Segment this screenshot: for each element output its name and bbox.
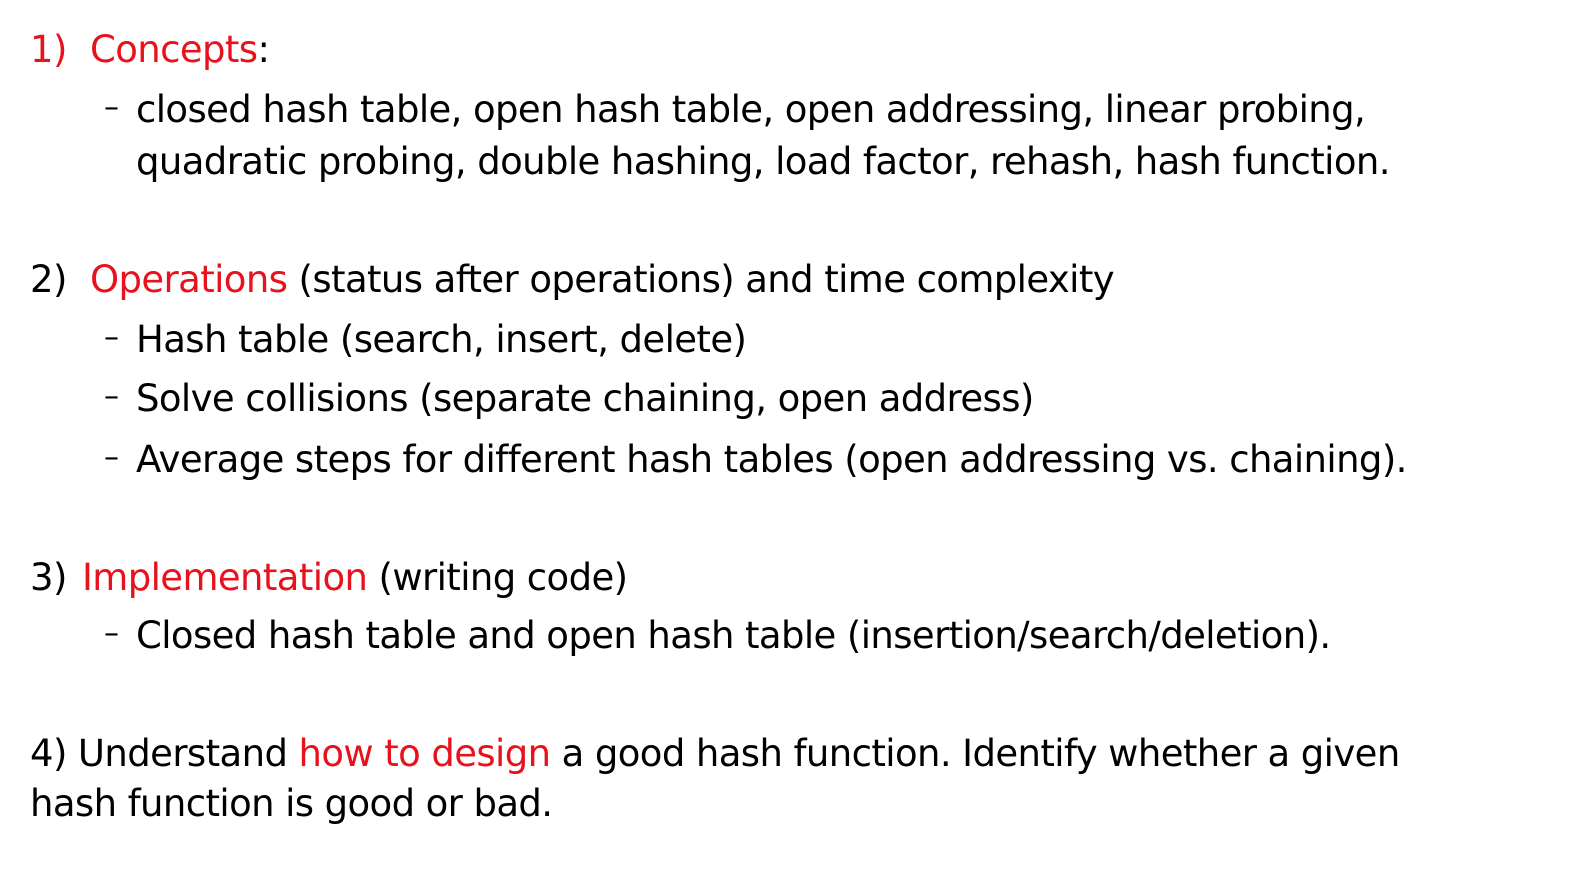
section-1-colon: :	[257, 28, 270, 71]
section-3-title: Implementation	[81, 556, 368, 599]
section-1-title: Concepts	[89, 28, 258, 71]
section-1-bullet-line-2: quadratic probing, double hashing, load …	[136, 140, 1390, 183]
section-4-line-2: hash function is good or bad.	[30, 782, 553, 825]
section-1-number: 1)	[30, 28, 67, 71]
section-2-rest: (status after operations) and time compl…	[287, 258, 1115, 301]
bullet-marker: –	[104, 616, 119, 651]
section-3-bullet-1: Closed hash table and open hash table (i…	[136, 614, 1331, 657]
section-4-highlight: how to design	[298, 732, 552, 775]
section-4-lead: 4) Understand	[30, 732, 299, 775]
slide-page: 1) Concepts: – closed hash table, open h…	[0, 0, 1570, 874]
section-1-heading: 1) Concepts:	[30, 28, 270, 72]
bullet-marker: –	[104, 320, 119, 355]
section-1-bullet-line-1: closed hash table, open hash table, open…	[136, 88, 1366, 131]
section-2-title: Operations	[89, 258, 288, 301]
bullet-marker: –	[104, 90, 119, 125]
section-3-heading: 3) Implementation (writing code)	[30, 556, 629, 600]
bullet-marker: –	[104, 379, 119, 414]
section-2-bullet-2: Solve collisions (separate chaining, ope…	[136, 377, 1034, 420]
section-2-heading: 2) Operations (status after operations) …	[30, 258, 1115, 302]
section-2-number: 2)	[30, 258, 67, 301]
section-2-bullet-3: Average steps for different hash tables …	[136, 438, 1407, 481]
section-4-rest: a good hash function. Identify whether a…	[550, 732, 1401, 775]
section-3-number: 3)	[30, 556, 67, 599]
section-3-rest: (writing code)	[367, 556, 629, 599]
section-2-bullet-1: Hash table (search, insert, delete)	[136, 318, 747, 361]
bullet-marker: –	[104, 440, 119, 475]
section-4-line-1: 4) Understand how to design a good hash …	[30, 732, 1400, 776]
